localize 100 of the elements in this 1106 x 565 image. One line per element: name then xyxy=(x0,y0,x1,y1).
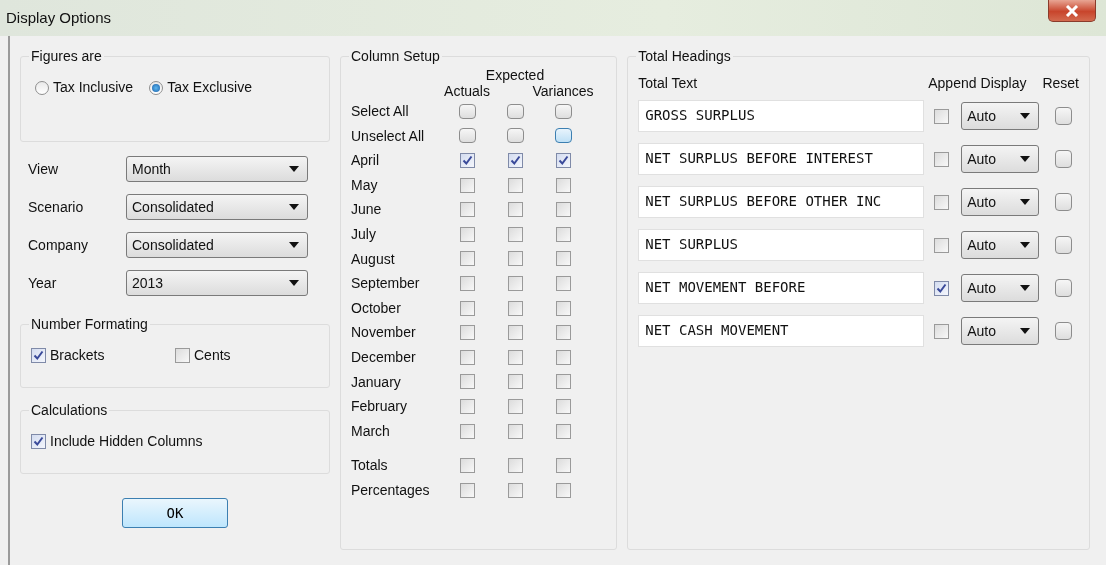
checkbox[interactable] xyxy=(934,108,950,124)
text-field[interactable]: NET MOVEMENT BEFORE xyxy=(638,272,925,304)
checkbox[interactable] xyxy=(507,374,523,390)
checkbox[interactable] xyxy=(459,398,475,414)
radio-button[interactable] xyxy=(149,80,164,95)
caret-icon xyxy=(1020,156,1031,162)
reset-button[interactable] xyxy=(1055,150,1073,168)
checkbox-label[interactable]: Cents xyxy=(194,345,231,366)
small-button[interactable] xyxy=(506,103,524,119)
text-field[interactable]: GROSS SURPLUS xyxy=(638,100,925,132)
checkbox[interactable] xyxy=(555,202,571,218)
dropdown[interactable]: Consolidated xyxy=(126,232,308,258)
ok-button[interactable]: OK xyxy=(122,498,228,528)
checkbox[interactable] xyxy=(31,348,46,363)
checkbox[interactable] xyxy=(555,349,571,365)
group-label: Calculations xyxy=(29,402,110,418)
dropdown[interactable]: Consolidated xyxy=(126,194,308,220)
checkbox[interactable] xyxy=(555,177,571,193)
radio-button[interactable] xyxy=(35,80,49,95)
checkbox[interactable] xyxy=(507,458,523,474)
checkbox[interactable] xyxy=(555,226,571,242)
checkbox[interactable] xyxy=(555,325,571,341)
small-button[interactable] xyxy=(506,128,524,144)
checkbox-label[interactable]: Brackets xyxy=(50,345,105,366)
checkbox-label[interactable]: Include Hidden Columns xyxy=(50,431,203,452)
dropdown[interactable]: Auto xyxy=(961,145,1040,173)
checkbox[interactable] xyxy=(459,482,475,498)
radio-label[interactable]: Tax Exclusive xyxy=(167,77,252,98)
dropdown[interactable]: 2013 xyxy=(126,270,308,296)
checkbox[interactable] xyxy=(555,374,571,390)
checkbox[interactable] xyxy=(459,226,475,242)
checkbox[interactable] xyxy=(459,153,475,168)
checkbox[interactable] xyxy=(555,153,571,168)
checkbox[interactable] xyxy=(459,349,475,365)
radio-label[interactable]: Tax Inclusive xyxy=(53,77,134,98)
dropdown[interactable]: Auto xyxy=(961,274,1040,302)
checkbox[interactable] xyxy=(507,325,523,341)
checkbox[interactable] xyxy=(555,482,571,498)
checkbox[interactable] xyxy=(507,202,523,218)
small-button[interactable] xyxy=(554,103,572,119)
reset-button[interactable] xyxy=(1055,107,1073,125)
dropdown[interactable]: Month xyxy=(126,156,308,182)
caret-icon xyxy=(289,280,299,286)
row-label: September xyxy=(351,274,421,294)
checkbox[interactable] xyxy=(459,374,475,390)
reset-button[interactable] xyxy=(1055,236,1073,254)
row-label: Percentages xyxy=(351,480,431,500)
checkbox[interactable] xyxy=(507,300,523,316)
reset-button[interactable] xyxy=(1055,322,1073,340)
checkbox[interactable] xyxy=(555,275,571,291)
checkbox[interactable] xyxy=(555,300,571,316)
checkbox[interactable] xyxy=(555,398,571,414)
checkbox[interactable] xyxy=(555,251,571,267)
checkbox[interactable] xyxy=(507,153,523,168)
checkbox[interactable] xyxy=(459,325,475,341)
checkbox[interactable] xyxy=(507,423,523,439)
caret-icon xyxy=(1020,113,1031,119)
column-header: Actuals xyxy=(444,82,490,101)
text-field[interactable]: NET SURPLUS BEFORE OTHER INC xyxy=(638,186,925,218)
checkbox[interactable] xyxy=(507,251,523,267)
checkbox[interactable] xyxy=(459,423,475,439)
checkbox[interactable] xyxy=(934,323,950,339)
dropdown[interactable]: Auto xyxy=(961,188,1040,216)
text-field[interactable]: NET CASH MOVEMENT xyxy=(638,315,925,347)
checkbox[interactable] xyxy=(507,226,523,242)
checkbox[interactable] xyxy=(507,275,523,291)
checkbox[interactable] xyxy=(934,194,950,210)
close-button[interactable] xyxy=(1048,0,1096,22)
checkbox[interactable] xyxy=(459,177,475,193)
dropdown[interactable]: Auto xyxy=(961,317,1040,345)
checkbox[interactable] xyxy=(934,237,950,253)
checkbox[interactable] xyxy=(934,151,950,167)
text-field[interactable]: NET SURPLUS BEFORE INTEREST xyxy=(638,143,925,175)
checkbox[interactable] xyxy=(507,349,523,365)
checkbox[interactable] xyxy=(555,423,571,439)
reset-button[interactable] xyxy=(1055,279,1073,297)
field-label: Scenario xyxy=(28,197,85,217)
checkbox[interactable] xyxy=(459,275,475,291)
checkbox[interactable] xyxy=(459,202,475,218)
row-label: Totals xyxy=(351,456,389,476)
checkbox[interactable] xyxy=(459,251,475,267)
checkbox[interactable] xyxy=(459,300,475,316)
checkbox[interactable] xyxy=(31,434,46,449)
dropdown[interactable]: Auto xyxy=(961,231,1040,259)
checkbox[interactable] xyxy=(175,348,190,363)
checkbox[interactable] xyxy=(459,458,475,474)
checkbox[interactable] xyxy=(507,177,523,193)
checkbox[interactable] xyxy=(934,280,950,296)
dropdown[interactable]: Auto xyxy=(961,102,1040,130)
checkbox[interactable] xyxy=(507,482,523,498)
field-label: Company xyxy=(28,235,89,255)
small-button[interactable] xyxy=(554,128,572,144)
reset-button[interactable] xyxy=(1055,193,1073,211)
checkbox[interactable] xyxy=(507,398,523,414)
text-field[interactable]: NET SURPLUS xyxy=(638,229,925,261)
checkbox[interactable] xyxy=(555,458,571,474)
small-button[interactable] xyxy=(458,128,476,144)
row-label: March xyxy=(351,421,391,441)
small-button[interactable] xyxy=(458,103,476,119)
field-label: View xyxy=(28,159,60,179)
